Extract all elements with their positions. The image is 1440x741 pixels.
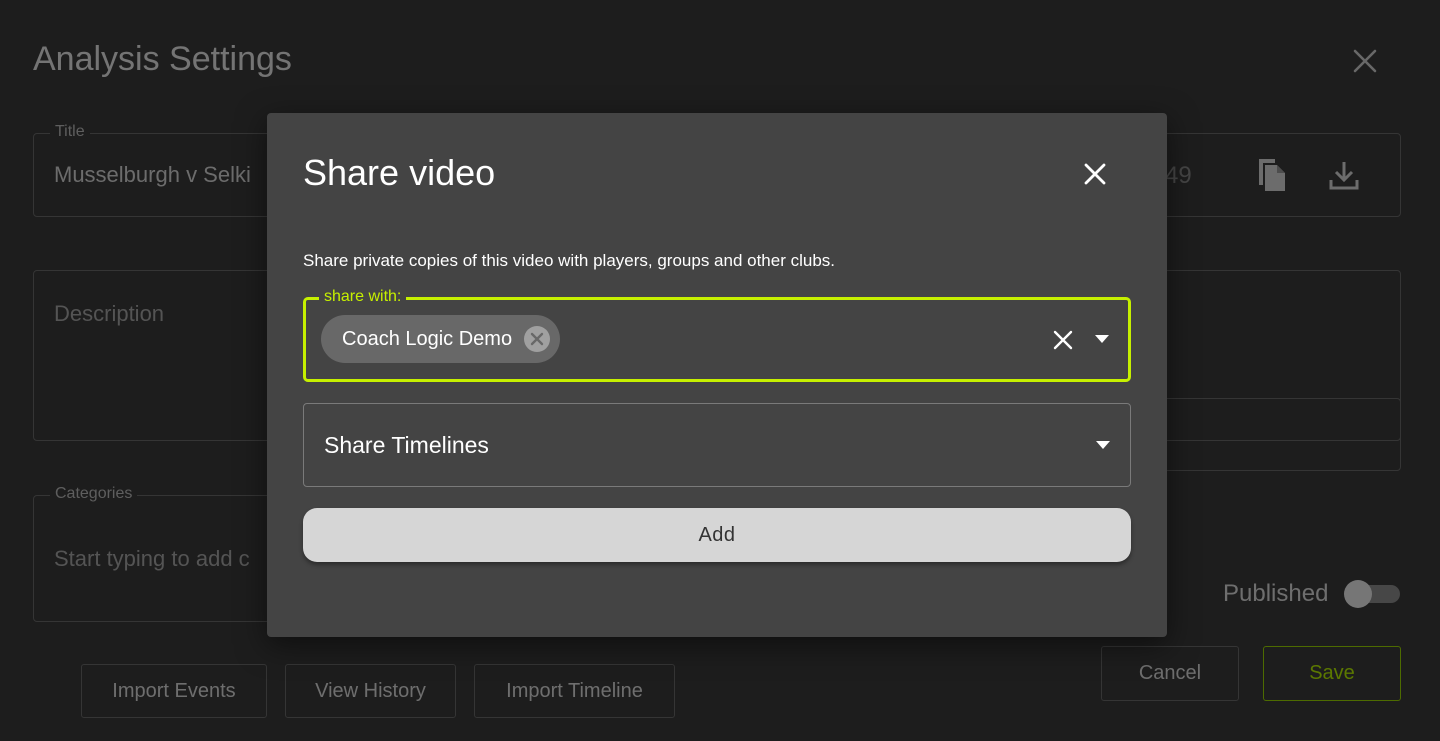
categories-placeholder: Start typing to add c — [54, 546, 250, 571]
close-icon — [1084, 163, 1106, 185]
chevron-down-icon — [1095, 335, 1109, 343]
chip-label: Coach Logic Demo — [342, 327, 513, 350]
categories-field[interactable]: Categories Start typing to add c — [33, 485, 273, 622]
published-toggle[interactable] — [1344, 580, 1400, 608]
import-timeline-button[interactable]: Import Timeline — [474, 664, 675, 718]
share-timelines-label: Share Timelines — [324, 432, 489, 458]
share-timelines-dropdown-button[interactable] — [1089, 431, 1117, 459]
copy-button[interactable] — [1251, 155, 1291, 195]
title-field-label: Title — [50, 123, 90, 141]
share-video-dialog: Share video Share private copies of this… — [267, 113, 1167, 637]
import-events-button[interactable]: Import Events — [81, 664, 267, 718]
chevron-down-icon — [1096, 441, 1110, 449]
categories-field-label: Categories — [50, 485, 138, 503]
close-icon — [1053, 330, 1073, 350]
close-icon — [1353, 49, 1377, 73]
title-field-value: Musselburgh v Selki — [54, 162, 251, 187]
share-timelines-select[interactable]: Share Timelines — [303, 403, 1131, 487]
recipient-chip: Coach Logic Demo — [321, 315, 561, 363]
add-button[interactable]: Add — [303, 508, 1131, 562]
description-placeholder: Description — [54, 301, 165, 326]
dialog-title: Share video — [303, 152, 496, 193]
chip-remove-button[interactable] — [522, 324, 552, 354]
share-with-field[interactable]: share with: Coach Logic Demo — [303, 288, 1131, 382]
share-with-label: share with: — [319, 288, 407, 306]
dialog-description: Share private copies of this video with … — [303, 251, 836, 270]
download-icon — [1329, 162, 1359, 190]
dialog-close-button[interactable] — [1075, 154, 1115, 194]
copy-icon — [1259, 159, 1285, 191]
page-title: Analysis Settings — [33, 40, 292, 78]
cancel-button[interactable]: Cancel — [1101, 646, 1239, 701]
toggle-thumb — [1344, 580, 1372, 608]
title-char-count: 49 — [1165, 162, 1192, 189]
download-button[interactable] — [1324, 155, 1364, 195]
cancel-circle-icon — [524, 326, 551, 352]
save-button[interactable]: Save — [1263, 646, 1401, 701]
page-close-button[interactable] — [1348, 44, 1382, 78]
secondary-field[interactable] — [1150, 398, 1401, 471]
share-with-dropdown-button[interactable] — [1088, 325, 1116, 353]
published-label: Published — [1223, 580, 1329, 607]
clear-selection-button[interactable] — [1045, 322, 1081, 358]
view-history-button[interactable]: View History — [285, 664, 456, 718]
